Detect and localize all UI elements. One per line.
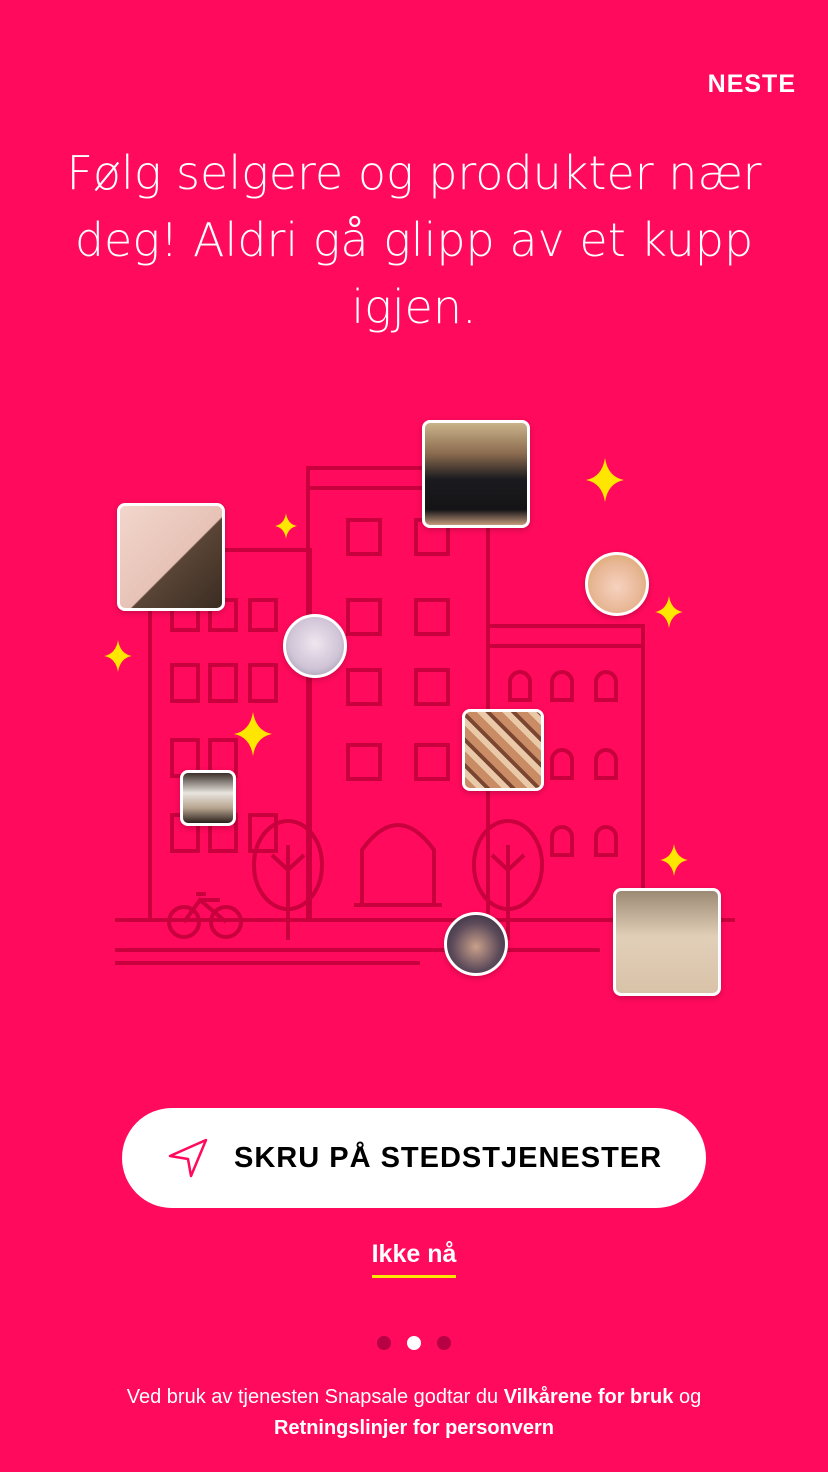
page-dot-active bbox=[407, 1336, 421, 1350]
product-thumbnail-bag bbox=[613, 888, 721, 996]
pagination-dots bbox=[0, 1336, 828, 1355]
sparkle-icon bbox=[234, 712, 272, 756]
sparkle-icon bbox=[275, 513, 297, 539]
enable-location-button[interactable]: SKRU PÅ STEDSTJENESTER bbox=[122, 1108, 706, 1208]
terms-link[interactable]: Vilkårene for bruk bbox=[504, 1386, 674, 1408]
privacy-link[interactable]: Retningslinjer for personvern bbox=[274, 1417, 554, 1439]
product-thumbnail-scarf bbox=[462, 709, 544, 791]
onboarding-headline: Følg selgere og produkter nær deg! Aldri… bbox=[66, 146, 762, 334]
enable-location-label: SKRU PÅ STEDSTJENESTER bbox=[234, 1142, 663, 1174]
page-dot bbox=[377, 1336, 391, 1350]
seller-avatar bbox=[283, 614, 347, 678]
product-thumbnail-laptop bbox=[180, 770, 236, 826]
sparkle-icon bbox=[660, 844, 688, 876]
next-button[interactable]: NESTE bbox=[708, 70, 796, 99]
sparkle-icon bbox=[655, 596, 683, 628]
location-arrow-icon bbox=[168, 1138, 208, 1178]
legal-middle: og bbox=[673, 1386, 702, 1408]
seller-avatar bbox=[585, 552, 649, 616]
legal-prefix: Ved bruk av tjenesten Snapsale godtar du bbox=[126, 1386, 504, 1408]
sparkle-icon bbox=[586, 458, 624, 502]
not-now-link[interactable]: Ikke nå bbox=[371, 1240, 457, 1278]
city-illustration bbox=[0, 400, 828, 1020]
skip-container: Ikke nå bbox=[0, 1240, 828, 1278]
sparkle-icon bbox=[104, 640, 132, 672]
page-dot bbox=[437, 1336, 451, 1350]
product-thumbnail-backpack bbox=[117, 503, 225, 611]
seller-avatar bbox=[444, 912, 508, 976]
legal-text: Ved bruk av tjenesten Snapsale godtar du… bbox=[100, 1382, 728, 1444]
product-thumbnail-skirt bbox=[422, 420, 530, 528]
